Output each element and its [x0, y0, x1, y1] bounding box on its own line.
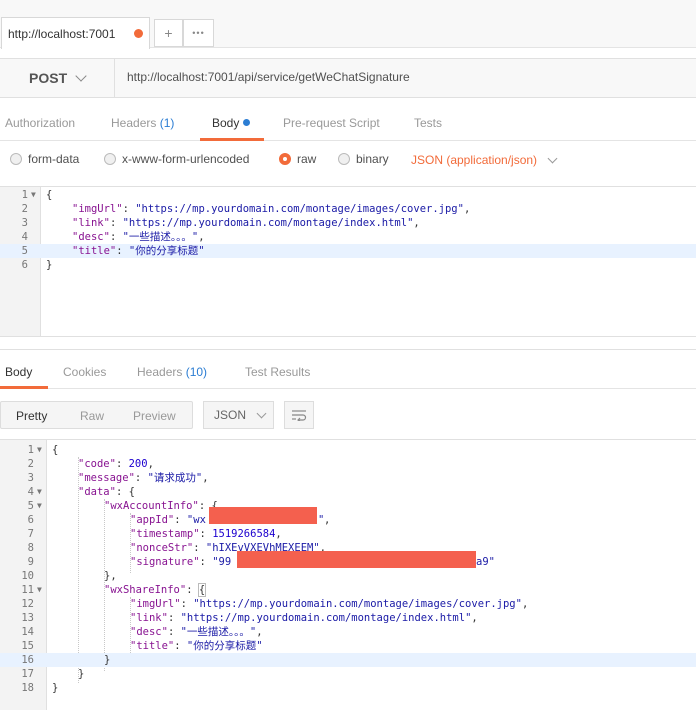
chevron-down-icon: [547, 153, 558, 163]
radio-label: x-www-form-urlencoded: [122, 152, 250, 166]
view-raw-button[interactable]: Raw: [80, 409, 104, 423]
radio-circle-icon: [10, 153, 22, 165]
headers-count: (1): [159, 116, 175, 130]
tab-label: Test Results: [245, 365, 311, 379]
code-line: 6 "appId": "wx ",: [27, 514, 331, 526]
url-bar: POST: [0, 58, 696, 98]
code-line: 3 "message": "请求成功",: [27, 472, 209, 484]
code-line: 3 "link": "https://mp.yourdomain.com/mont…: [21, 217, 420, 229]
tab-headers[interactable]: Headers (1): [111, 116, 174, 130]
code-line: 6}: [21, 259, 53, 271]
code-line: 14 "desc": "一些描述。。。",: [21, 626, 263, 638]
radio-binary[interactable]: binary: [338, 152, 389, 166]
wrap-icon: [292, 410, 307, 421]
view-pretty-button[interactable]: Pretty: [16, 409, 47, 423]
code-line: 17}: [21, 668, 85, 680]
tab-response-headers[interactable]: Headers (10): [137, 365, 207, 379]
body-format-label: JSON (application/json): [411, 153, 538, 167]
code-line: 11 ▼ "wxShareInfo": {: [21, 583, 207, 597]
redaction-block: [237, 551, 476, 568]
code-line: 4 ▼ "data": {: [27, 486, 135, 498]
tab-pre-request-script[interactable]: Pre-request Script: [283, 116, 380, 130]
method-select[interactable]: POST: [0, 59, 115, 97]
code-line: 18}: [21, 682, 59, 694]
modified-dot-icon: [243, 119, 251, 126]
tab-test-results[interactable]: Test Results: [245, 365, 310, 379]
radio-selected-icon: [279, 153, 291, 165]
code-line: 10},: [21, 570, 117, 582]
chevron-down-icon: [256, 408, 267, 418]
tab-tests[interactable]: Tests: [414, 116, 442, 130]
chevron-down-icon: [75, 69, 87, 82]
code-line: 2 "code": 200,: [27, 458, 154, 470]
code-line: 15 "title": "你的分享标题": [21, 640, 263, 652]
radio-label: raw: [297, 152, 317, 166]
tab-cookies[interactable]: Cookies: [63, 365, 106, 379]
radio-circle-icon: [338, 153, 350, 165]
response-tabs: Body Cookies Headers (10) Test Results: [0, 349, 696, 389]
radio-x-www-form-urlencoded[interactable]: x-www-form-urlencoded: [104, 152, 249, 166]
method-label: POST: [29, 70, 68, 86]
request-tab[interactable]: http://localhost:7001: [1, 17, 150, 49]
code-line: 2 "imgUrl": "https://mp.yourdomain.com/mo…: [21, 203, 471, 215]
response-format-label: JSON: [214, 408, 247, 422]
request-tab-strip: http://localhost:7001 + •••: [0, 0, 696, 49]
code-line-active: 16}: [0, 653, 696, 667]
tab-label: Pre-request Script: [283, 116, 380, 130]
radio-circle-icon: [104, 153, 116, 165]
radio-raw[interactable]: raw: [279, 152, 316, 166]
code-line: 13 "link": "https://mp.yourdomain.com/mon…: [21, 612, 478, 624]
response-format-select[interactable]: JSON: [203, 401, 274, 429]
radio-label: form-data: [28, 152, 80, 166]
fold-arrow-icon: ▼: [31, 190, 36, 199]
unsaved-dot-icon: [134, 29, 143, 38]
tab-label: Tests: [414, 116, 443, 130]
tab-label: Headers: [137, 365, 183, 379]
code-line-active: 5 "title": "你的分享标题": [0, 244, 696, 258]
new-tab-button[interactable]: +: [154, 19, 183, 47]
tab-body[interactable]: Body: [212, 116, 251, 130]
code-line: 5 ▼ "wxAccountInfo": {: [27, 500, 218, 512]
headers-count: (10): [185, 365, 208, 379]
tab-label: Cookies: [63, 365, 107, 379]
tab-label: Body: [5, 365, 33, 379]
tab-response-body[interactable]: Body: [5, 365, 32, 379]
tab-label: Body: [212, 116, 240, 130]
active-tab-indicator: [0, 386, 48, 389]
code-line: 1 ▼{: [21, 189, 53, 201]
tab-authorization[interactable]: Authorization: [5, 116, 75, 130]
tab-label: Headers: [111, 116, 157, 130]
body-format-select[interactable]: JSON (application/json): [411, 153, 558, 167]
code-line: 1 ▼{: [27, 444, 59, 456]
response-body-viewer[interactable]: 1 ▼{ 2 "code": 200, 3 "message": "请求成功", 4 ▼…: [0, 439, 696, 710]
redaction-block: [209, 507, 317, 524]
code-line: 12 "imgUrl": "https://mp.yourdomain.com/m…: [21, 598, 529, 610]
tab-label: Authorization: [5, 116, 76, 130]
request-body-editor[interactable]: 1 ▼{ 2 "imgUrl": "https://mp.yourdomain.co…: [0, 186, 696, 337]
request-tab-title: http://localhost:7001: [8, 26, 116, 41]
url-input[interactable]: [127, 70, 687, 84]
more-tabs-button[interactable]: •••: [183, 19, 214, 47]
code-line: 7 "timestamp": 1519266584,: [27, 528, 282, 540]
radio-label: binary: [356, 152, 389, 166]
view-mode-group: Pretty Raw Preview: [0, 401, 193, 429]
code-line: 4 "desc": "一些描述。。。",: [21, 231, 205, 243]
wrap-lines-button[interactable]: [284, 401, 314, 429]
view-preview-button[interactable]: Preview: [133, 409, 176, 423]
radio-form-data[interactable]: form-data: [10, 152, 79, 166]
body-type-row: form-data x-www-form-urlencoded raw bina…: [0, 141, 696, 185]
request-tabs: Authorization Headers (1) Body Pre-reque…: [0, 100, 696, 141]
